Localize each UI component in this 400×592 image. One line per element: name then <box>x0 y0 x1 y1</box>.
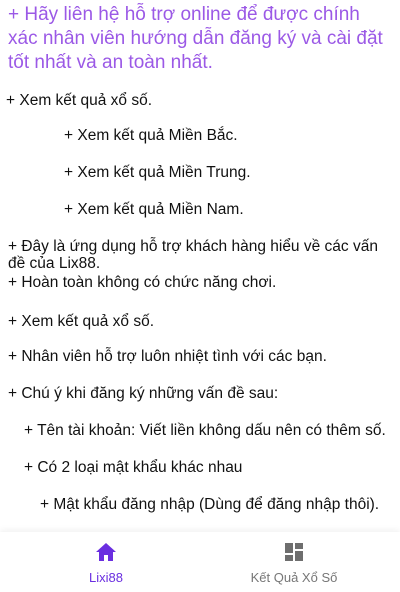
list-item: + Mật khẩu đăng nhập (Dùng để đăng nhập … <box>40 496 380 513</box>
support-notice: + Hãy liên hệ hỗ trợ online để được chín… <box>8 4 383 73</box>
nav-item-lixi88[interactable]: Lixi88 <box>6 532 206 592</box>
bottom-navigation: Lixi88 Kết Quả Xổ Số <box>0 532 400 592</box>
list-item: + Xem kết quả xổ số. <box>8 313 155 330</box>
list-item: + Tên tài khoản: Viết liền không dấu nên… <box>24 422 386 439</box>
nav-item-label: Lixi88 <box>89 569 123 585</box>
list-item: + Xem kết quả Miền Trung. <box>64 164 251 181</box>
list-item: + Có 2 loại mật khẩu khác nhau <box>24 459 243 476</box>
list-item: + Hoàn toàn không có chức năng chơi. <box>8 274 277 291</box>
list-item: + Nhân viên hỗ trợ luôn nhiệt tình với c… <box>8 348 327 365</box>
nav-item-label: Kết Quả Xổ Số <box>250 569 338 585</box>
list-item: + Xem kết quả xổ số. <box>6 92 153 109</box>
list-item: + Xem kết quả Miền Nam. <box>64 201 244 218</box>
list-item: + Chú ý khi đăng ký những vấn đề sau: <box>8 385 279 402</box>
grid-icon <box>285 542 303 561</box>
app-screen: + Hãy liên hệ hỗ trợ online để được chín… <box>0 0 400 592</box>
nav-item-ket-qua-xo-so[interactable]: Kết Quả Xổ Số <box>194 532 394 592</box>
home-icon <box>96 542 116 561</box>
list-item: + Đây là ứng dụng hỗ trợ khách hàng hiểu… <box>8 238 378 272</box>
list-item: + Xem kết quả Miền Bắc. <box>64 127 238 144</box>
